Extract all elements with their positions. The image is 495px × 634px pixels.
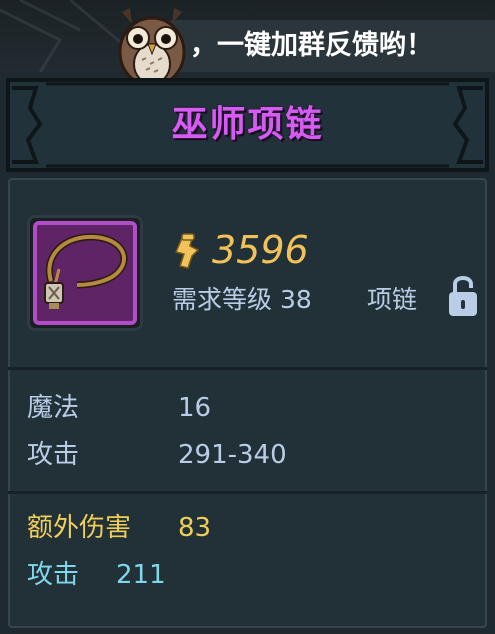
divider xyxy=(8,367,487,370)
feedback-banner[interactable]: ，一键加群反馈哟！ xyxy=(0,0,495,72)
stat-value-attack: 291-340 xyxy=(178,440,287,470)
divider xyxy=(8,491,487,494)
item-type: 项链 xyxy=(367,285,418,314)
necklace-icon xyxy=(44,233,128,309)
stat-value-magic: 16 xyxy=(178,393,212,423)
item-price: 3596 xyxy=(212,228,309,272)
stat-label-magic: 魔法 xyxy=(27,393,80,423)
item-name: 巫师项链 xyxy=(171,104,324,145)
item-icon-frame xyxy=(33,221,137,325)
required-level: 需求等级 38 xyxy=(172,282,312,318)
banner-text: ，一键加群反馈哟！ xyxy=(190,30,433,61)
stat-label-attack: 攻击 xyxy=(27,440,80,470)
required-level-label: 需求等级 xyxy=(172,285,273,314)
owl-icon xyxy=(118,8,186,86)
money-icon xyxy=(174,233,200,269)
lock-icon[interactable] xyxy=(446,272,480,318)
required-level-value: 38 xyxy=(280,285,312,314)
extra-stat-value-damage: 83 xyxy=(178,513,212,543)
bonus-stat-value-attack: 211 xyxy=(116,560,166,590)
bonus-stat-label-attack: 攻击 xyxy=(27,560,80,590)
extra-stat-label-damage: 额外伤害 xyxy=(27,513,132,543)
